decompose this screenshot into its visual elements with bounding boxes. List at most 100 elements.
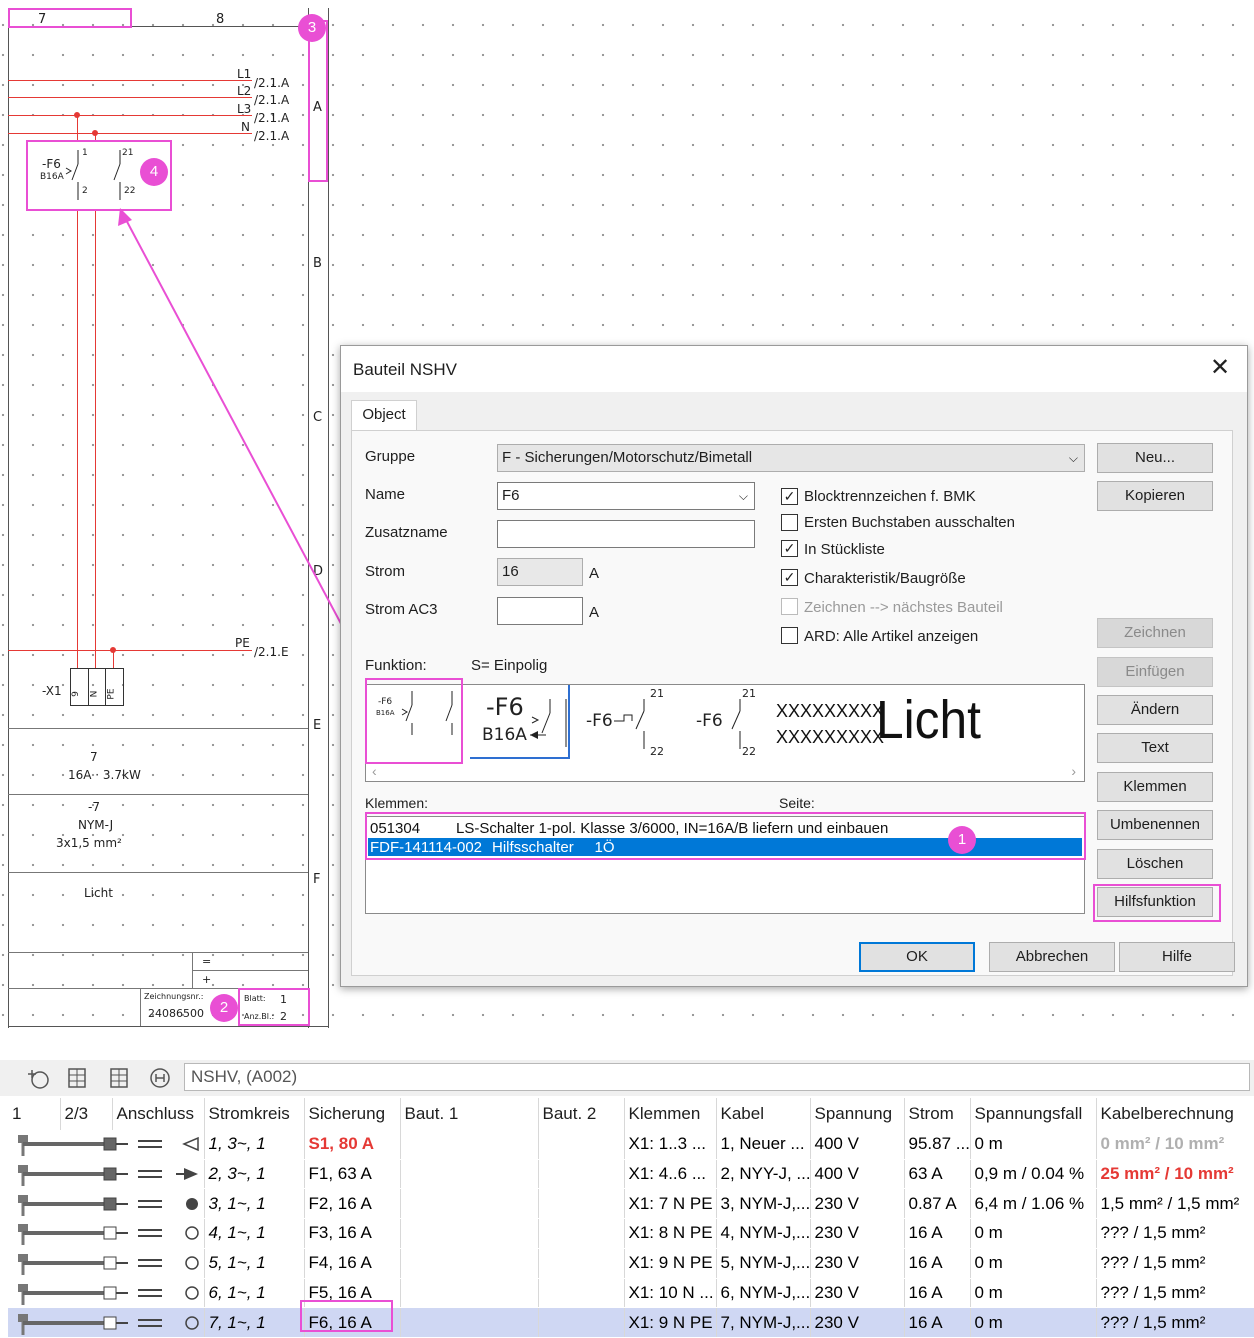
column-header[interactable]: Sicherung	[304, 1098, 401, 1130]
checkbox-blocktrennzeichen[interactable]: ✓	[781, 488, 798, 505]
add-circuit-icon[interactable]	[26, 1066, 50, 1090]
row-stromkreis[interactable]: 6, 1~, 1	[204, 1278, 305, 1309]
checkbox-zeichnen-naechstes[interactable]	[781, 598, 798, 615]
row-baut2[interactable]	[538, 1159, 625, 1190]
name-combo[interactable]: F6 ⌵	[497, 482, 755, 510]
row-baut1[interactable]	[400, 1188, 539, 1220]
table-row[interactable]: 6, 1~, 1 F5, 16 A X1: 10 N ... 6, NYM-J,...…	[8, 1278, 1254, 1309]
column-header[interactable]: Anschluss	[112, 1098, 205, 1130]
column-header[interactable]: Baut. 2	[538, 1098, 625, 1130]
row-baut2[interactable]	[538, 1307, 625, 1338]
row-stromkreis[interactable]: 2, 3~, 1	[204, 1159, 305, 1190]
row-stromkreis[interactable]: 5, 1~, 1	[204, 1248, 305, 1279]
zeichnen-button[interactable]: Zeichnen	[1097, 618, 1213, 648]
row-klemmen[interactable]: X1: 1..3 ...	[624, 1130, 717, 1160]
table-edit-icon[interactable]	[108, 1066, 132, 1090]
row-kabel[interactable]: 1, Neuer ...	[716, 1130, 811, 1160]
gruppe-select[interactable]: F - Sicherungen/Motorschutz/Bimetall ⌵	[497, 444, 1085, 472]
row-spannung[interactable]: 400 V	[810, 1159, 905, 1190]
row-strom[interactable]: 95.87 ...	[904, 1130, 971, 1160]
row-baut1[interactable]	[400, 1248, 539, 1279]
row-spannungsfall[interactable]: 6,4 m / 1.06 %	[970, 1188, 1097, 1220]
row-kabelberechnung[interactable]: 1,5 mm² / 1,5 mm²	[1096, 1188, 1254, 1220]
row-kabelberechnung[interactable]: ??? / 1,5 mm²	[1096, 1248, 1254, 1279]
table-row[interactable]: 4, 1~, 1 F3, 16 A X1: 8 N PE 4, NYM-J,... 23…	[8, 1218, 1254, 1249]
row-klemmen[interactable]: X1: 7 N PE	[624, 1188, 717, 1220]
row-klemmen[interactable]: X1: 9 N PE	[624, 1248, 717, 1279]
table-row[interactable]: 7, 1~, 1 F6, 16 A X1: 9 N PE 7, NYM-J,... 23…	[8, 1307, 1254, 1338]
column-header[interactable]: 2/3	[60, 1098, 113, 1130]
row-baut1[interactable]	[400, 1278, 539, 1309]
symbol-option-switch[interactable]: -F6 21 22	[578, 687, 678, 759]
column-header[interactable]: Spannung	[810, 1098, 905, 1130]
row-kabelberechnung[interactable]: 0 mm² / 10 mm²	[1096, 1130, 1254, 1160]
row-sicherung[interactable]: S1, 80 A	[304, 1130, 401, 1160]
row-baut2[interactable]	[538, 1278, 625, 1309]
row-spannungsfall[interactable]: 0 m	[970, 1278, 1097, 1309]
table-row[interactable]: 3, 1~, 1 F2, 16 A X1: 7 N PE 3, NYM-J,... 23…	[8, 1188, 1254, 1220]
scroll-left-icon[interactable]: ‹	[372, 763, 377, 779]
row-spannungsfall[interactable]: 0 m	[970, 1130, 1097, 1160]
column-header[interactable]: Kabelberechnung	[1096, 1098, 1254, 1130]
row-stromkreis[interactable]: 1, 3~, 1	[204, 1130, 305, 1160]
row-spannungsfall[interactable]: 0 m	[970, 1248, 1097, 1279]
row-baut1[interactable]	[400, 1307, 539, 1338]
table-row[interactable]: 1, 3~, 1 S1, 80 A X1: 1..3 ... 1, Neuer ...…	[8, 1130, 1254, 1160]
row-kabelberechnung[interactable]: ??? / 1,5 mm²	[1096, 1307, 1254, 1338]
symbol-option-licht[interactable]: XXXXXXXXX XXXXXXXXX Licht	[774, 687, 984, 759]
checkbox-ersten-buchstaben[interactable]	[781, 514, 798, 531]
table-row[interactable]: 2, 3~, 1 F1, 63 A X1: 4..6 ... 2, NYY-J, ..…	[8, 1159, 1254, 1190]
strom-input[interactable]: 16	[497, 558, 583, 586]
row-baut2[interactable]	[538, 1248, 625, 1279]
column-header[interactable]: Kabel	[716, 1098, 811, 1130]
row-klemmen[interactable]: X1: 4..6 ...	[624, 1159, 717, 1190]
row-strom[interactable]: 16 A	[904, 1278, 971, 1309]
row-kabel[interactable]: 3, NYM-J,...	[716, 1188, 811, 1220]
row-spannung[interactable]: 230 V	[810, 1248, 905, 1279]
row-baut2[interactable]	[538, 1130, 625, 1160]
klemmen-button[interactable]: Klemmen	[1097, 772, 1213, 802]
row-baut2[interactable]	[538, 1218, 625, 1249]
table-add-icon[interactable]	[66, 1066, 90, 1090]
row-spannung[interactable]: 230 V	[810, 1218, 905, 1249]
row-strom[interactable]: 16 A	[904, 1307, 971, 1338]
row-strom[interactable]: 16 A	[904, 1248, 971, 1279]
text-button[interactable]: Text	[1097, 733, 1213, 763]
column-header[interactable]: Spannungsfall	[970, 1098, 1097, 1130]
gallery-scrollbar[interactable]: ‹ ›	[366, 763, 1084, 781]
strom-ac3-input[interactable]	[497, 597, 583, 625]
aendern-button[interactable]: Ändern	[1097, 695, 1213, 725]
hilfe-button[interactable]: Hilfe	[1119, 942, 1235, 972]
row-strom[interactable]: 0.87 A	[904, 1188, 971, 1220]
row-kabel[interactable]: 4, NYM-J,...	[716, 1218, 811, 1249]
checkbox-ard[interactable]	[781, 627, 798, 644]
row-kabel[interactable]: 6, NYM-J,...	[716, 1278, 811, 1309]
row-spannungsfall[interactable]: 0 m	[970, 1218, 1097, 1249]
row-spannungsfall[interactable]: 0 m	[970, 1307, 1097, 1338]
kopieren-button[interactable]: Kopieren	[1097, 481, 1213, 511]
tab-object[interactable]: Object	[351, 400, 417, 431]
column-header[interactable]: Strom	[904, 1098, 971, 1130]
network-icon[interactable]	[148, 1066, 172, 1090]
column-header[interactable]: Klemmen	[624, 1098, 717, 1130]
symbol-gallery[interactable]: -F6 B16A -F6 B16A -F6 21 22 -F6 21 22 XX…	[365, 684, 1085, 782]
row-stromkreis[interactable]: 7, 1~, 1	[204, 1307, 305, 1338]
einfuegen-button[interactable]: Einfügen	[1097, 657, 1213, 687]
row-baut1[interactable]	[400, 1218, 539, 1249]
neu-button[interactable]: Neu...	[1097, 443, 1213, 473]
row-strom[interactable]: 16 A	[904, 1218, 971, 1249]
zusatzname-input[interactable]	[497, 520, 755, 548]
row-spannung[interactable]: 230 V	[810, 1307, 905, 1338]
abbrechen-button[interactable]: Abbrechen	[989, 942, 1115, 972]
scroll-right-icon[interactable]: ›	[1071, 763, 1076, 779]
row-spannung[interactable]: 230 V	[810, 1188, 905, 1220]
row-sicherung[interactable]: F2, 16 A	[304, 1188, 401, 1220]
row-spannung[interactable]: 230 V	[810, 1278, 905, 1309]
row-stromkreis[interactable]: 4, 1~, 1	[204, 1218, 305, 1249]
row-kabel[interactable]: 5, NYM-J,...	[716, 1248, 811, 1279]
column-header[interactable]: Stromkreis	[204, 1098, 305, 1130]
close-icon[interactable]: ✕	[1201, 354, 1239, 384]
checkbox-stueckliste[interactable]: ✓	[781, 540, 798, 557]
row-kabel[interactable]: 7, NYM-J,...	[716, 1307, 811, 1338]
row-klemmen[interactable]: X1: 10 N ...	[624, 1278, 717, 1309]
